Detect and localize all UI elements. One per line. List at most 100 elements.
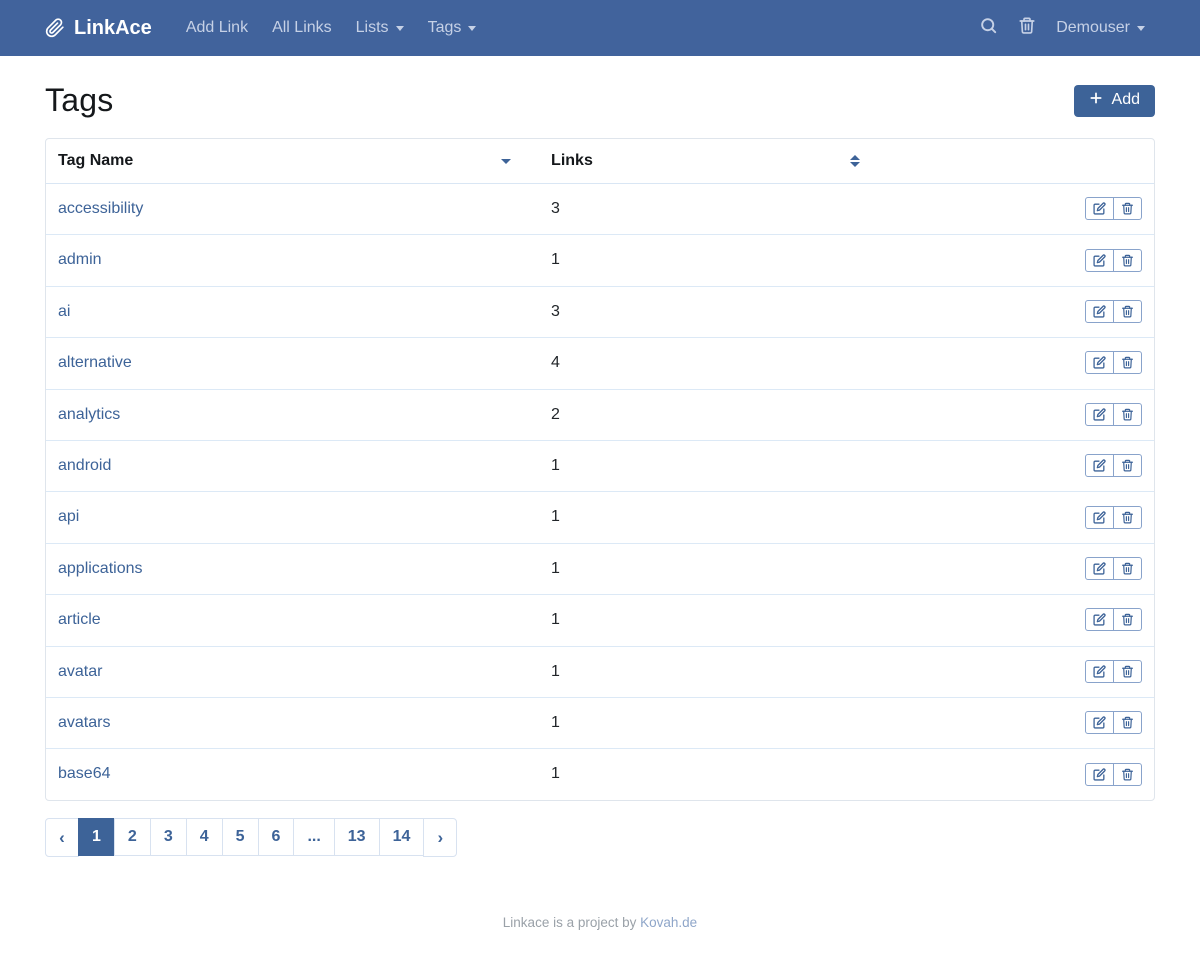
edit-icon: [1093, 408, 1106, 421]
edit-icon: [1093, 665, 1106, 678]
edit-icon: [1093, 511, 1106, 524]
table-row: api 1: [46, 492, 1154, 543]
trash-icon: [1121, 665, 1134, 678]
edit-tag-button[interactable]: [1085, 557, 1114, 580]
tag-link[interactable]: api: [58, 508, 79, 525]
tag-link[interactable]: applications: [58, 560, 143, 577]
links-count: 1: [539, 749, 888, 800]
tag-link[interactable]: accessibility: [58, 200, 143, 217]
page-title: Tags: [45, 82, 113, 119]
edit-tag-button[interactable]: [1085, 351, 1114, 374]
pagination-next[interactable]: ›: [423, 818, 457, 858]
navbar-right: Demouser: [969, 8, 1155, 48]
tag-link[interactable]: ai: [58, 303, 70, 320]
tag-link[interactable]: android: [58, 457, 111, 474]
edit-tag-button[interactable]: [1085, 300, 1114, 323]
table-row: article 1: [46, 595, 1154, 646]
search-button[interactable]: [969, 8, 1008, 48]
pagination-page-13[interactable]: 13: [334, 818, 380, 856]
pagination-ellipsis: ...: [293, 818, 334, 856]
delete-tag-button[interactable]: [1113, 403, 1142, 426]
trash-icon: [1018, 16, 1036, 40]
edit-icon: [1093, 254, 1106, 267]
column-header-links[interactable]: Links: [539, 139, 888, 184]
edit-icon: [1093, 305, 1106, 318]
links-count: 1: [539, 646, 888, 697]
edit-icon: [1093, 459, 1106, 472]
edit-tag-button[interactable]: [1085, 249, 1114, 272]
delete-tag-button[interactable]: [1113, 197, 1142, 220]
table-row: alternative 4: [46, 338, 1154, 389]
trash-icon: [1121, 408, 1134, 421]
nav-lists-dropdown[interactable]: Lists: [344, 11, 416, 45]
table-row: android 1: [46, 440, 1154, 491]
nav-all-links[interactable]: All Links: [260, 11, 344, 45]
links-count: 3: [539, 184, 888, 235]
add-button-label: Add: [1112, 91, 1140, 109]
delete-tag-button[interactable]: [1113, 711, 1142, 734]
table-row: base64 1: [46, 749, 1154, 800]
table-row: accessibility 3: [46, 184, 1154, 235]
tag-link[interactable]: base64: [58, 765, 111, 782]
pagination-page-1[interactable]: 1: [78, 818, 115, 856]
table-row: avatars 1: [46, 697, 1154, 748]
links-count: 1: [539, 697, 888, 748]
edit-icon: [1093, 202, 1106, 215]
trash-icon: [1121, 511, 1134, 524]
trash-icon: [1121, 254, 1134, 267]
tag-link[interactable]: avatar: [58, 663, 102, 680]
pagination-page-4[interactable]: 4: [186, 818, 223, 856]
plus-icon: [1089, 91, 1103, 110]
edit-icon: [1093, 356, 1106, 369]
nav-tags-label: Tags: [428, 19, 462, 37]
search-icon: [979, 16, 998, 40]
edit-tag-button[interactable]: [1085, 608, 1114, 631]
pagination-page-6[interactable]: 6: [258, 818, 295, 856]
pagination-page-14[interactable]: 14: [379, 818, 425, 856]
pagination-page-5[interactable]: 5: [222, 818, 259, 856]
delete-tag-button[interactable]: [1113, 557, 1142, 580]
tag-link[interactable]: alternative: [58, 354, 132, 371]
delete-tag-button[interactable]: [1113, 660, 1142, 683]
tag-link[interactable]: article: [58, 611, 101, 628]
delete-tag-button[interactable]: [1113, 608, 1142, 631]
trash-icon: [1121, 613, 1134, 626]
brand-link[interactable]: LinkAce: [45, 15, 152, 41]
pagination-page-3[interactable]: 3: [150, 818, 187, 856]
footer-link[interactable]: Kovah.de: [640, 915, 697, 930]
delete-tag-button[interactable]: [1113, 351, 1142, 374]
column-header-tag-name-label: Tag Name: [58, 152, 133, 170]
footer: Linkace is a project by Kovah.de: [0, 915, 1200, 930]
tag-link[interactable]: avatars: [58, 714, 110, 731]
column-header-tag-name[interactable]: Tag Name: [46, 139, 539, 184]
edit-tag-button[interactable]: [1085, 197, 1114, 220]
trash-icon: [1121, 305, 1134, 318]
edit-tag-button[interactable]: [1085, 454, 1114, 477]
nav-tags-dropdown[interactable]: Tags: [416, 11, 489, 45]
pagination-prev[interactable]: ‹: [45, 818, 79, 858]
tag-link[interactable]: admin: [58, 251, 102, 268]
edit-icon: [1093, 716, 1106, 729]
pagination: ‹ 1 2 3 4 5 6 ... 13 14 ›: [45, 818, 457, 858]
edit-tag-button[interactable]: [1085, 403, 1114, 426]
pagination-page-2[interactable]: 2: [114, 818, 151, 856]
delete-tag-button[interactable]: [1113, 300, 1142, 323]
trash-nav-button[interactable]: [1008, 8, 1046, 48]
delete-tag-button[interactable]: [1113, 506, 1142, 529]
user-menu[interactable]: Demouser: [1046, 11, 1155, 45]
table-row: applications 1: [46, 543, 1154, 594]
delete-tag-button[interactable]: [1113, 454, 1142, 477]
trash-icon: [1121, 768, 1134, 781]
add-button[interactable]: Add: [1074, 85, 1155, 117]
edit-tag-button[interactable]: [1085, 506, 1114, 529]
nav-add-link[interactable]: Add Link: [174, 11, 260, 45]
edit-tag-button[interactable]: [1085, 660, 1114, 683]
links-count: 3: [539, 286, 888, 337]
edit-tag-button[interactable]: [1085, 711, 1114, 734]
edit-tag-button[interactable]: [1085, 763, 1114, 786]
trash-icon: [1121, 562, 1134, 575]
delete-tag-button[interactable]: [1113, 249, 1142, 272]
tag-link[interactable]: analytics: [58, 406, 120, 423]
trash-icon: [1121, 202, 1134, 215]
delete-tag-button[interactable]: [1113, 763, 1142, 786]
